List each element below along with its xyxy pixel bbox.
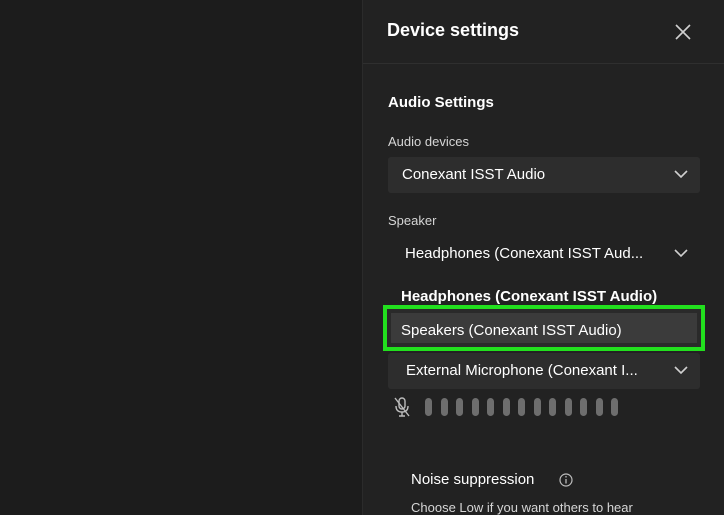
level-bar bbox=[580, 398, 587, 416]
chevron-down-icon bbox=[674, 249, 688, 258]
audio-devices-label: Audio devices bbox=[388, 134, 469, 149]
audio-devices-value: Conexant ISST Audio bbox=[402, 166, 546, 183]
level-bar bbox=[611, 398, 618, 416]
level-bar bbox=[487, 398, 494, 416]
close-icon[interactable] bbox=[671, 20, 695, 44]
microphone-value: External Microphone (Conexant I... bbox=[406, 362, 638, 379]
speaker-option-speakers[interactable]: Speakers (Conexant ISST Audio) bbox=[391, 313, 697, 343]
level-bar bbox=[440, 398, 448, 416]
info-icon[interactable] bbox=[559, 473, 573, 487]
mic-off-icon bbox=[394, 397, 410, 417]
meeting-area bbox=[0, 0, 362, 515]
level-bar bbox=[471, 398, 479, 416]
level-bar bbox=[518, 398, 525, 416]
level-bar bbox=[533, 398, 541, 416]
level-bar bbox=[549, 398, 556, 416]
level-bar bbox=[502, 398, 510, 416]
level-bar bbox=[595, 398, 603, 416]
noise-suppression-label: Noise suppression bbox=[411, 471, 535, 488]
speaker-select[interactable]: Headphones (Conexant ISST Aud... bbox=[388, 236, 700, 272]
audio-devices-select[interactable]: Conexant ISST Audio bbox=[388, 157, 700, 193]
panel-title: Device settings bbox=[387, 20, 520, 40]
device-settings-panel: Device settings Audio Settings Audio dev… bbox=[362, 0, 724, 515]
speaker-option-speakers-label: Speakers (Conexant ISST Audio) bbox=[401, 322, 622, 339]
noise-suppression-description: Choose Low if you want others to hear bbox=[411, 500, 633, 515]
level-bar bbox=[456, 398, 463, 416]
highlight-box: Speakers (Conexant ISST Audio) bbox=[383, 305, 705, 351]
speaker-option-headphones[interactable]: Headphones (Conexant ISST Audio) bbox=[401, 288, 657, 305]
level-bar bbox=[425, 398, 432, 416]
panel-header: Device settings bbox=[363, 0, 724, 64]
chevron-down-icon bbox=[674, 366, 688, 375]
speaker-value: Headphones (Conexant ISST Aud... bbox=[405, 245, 644, 262]
microphone-select[interactable]: External Microphone (Conexant I... bbox=[388, 353, 700, 389]
audio-settings-heading: Audio Settings bbox=[388, 94, 494, 111]
chevron-down-icon bbox=[674, 170, 688, 179]
speaker-label: Speaker bbox=[388, 213, 437, 228]
level-bar bbox=[564, 398, 572, 416]
